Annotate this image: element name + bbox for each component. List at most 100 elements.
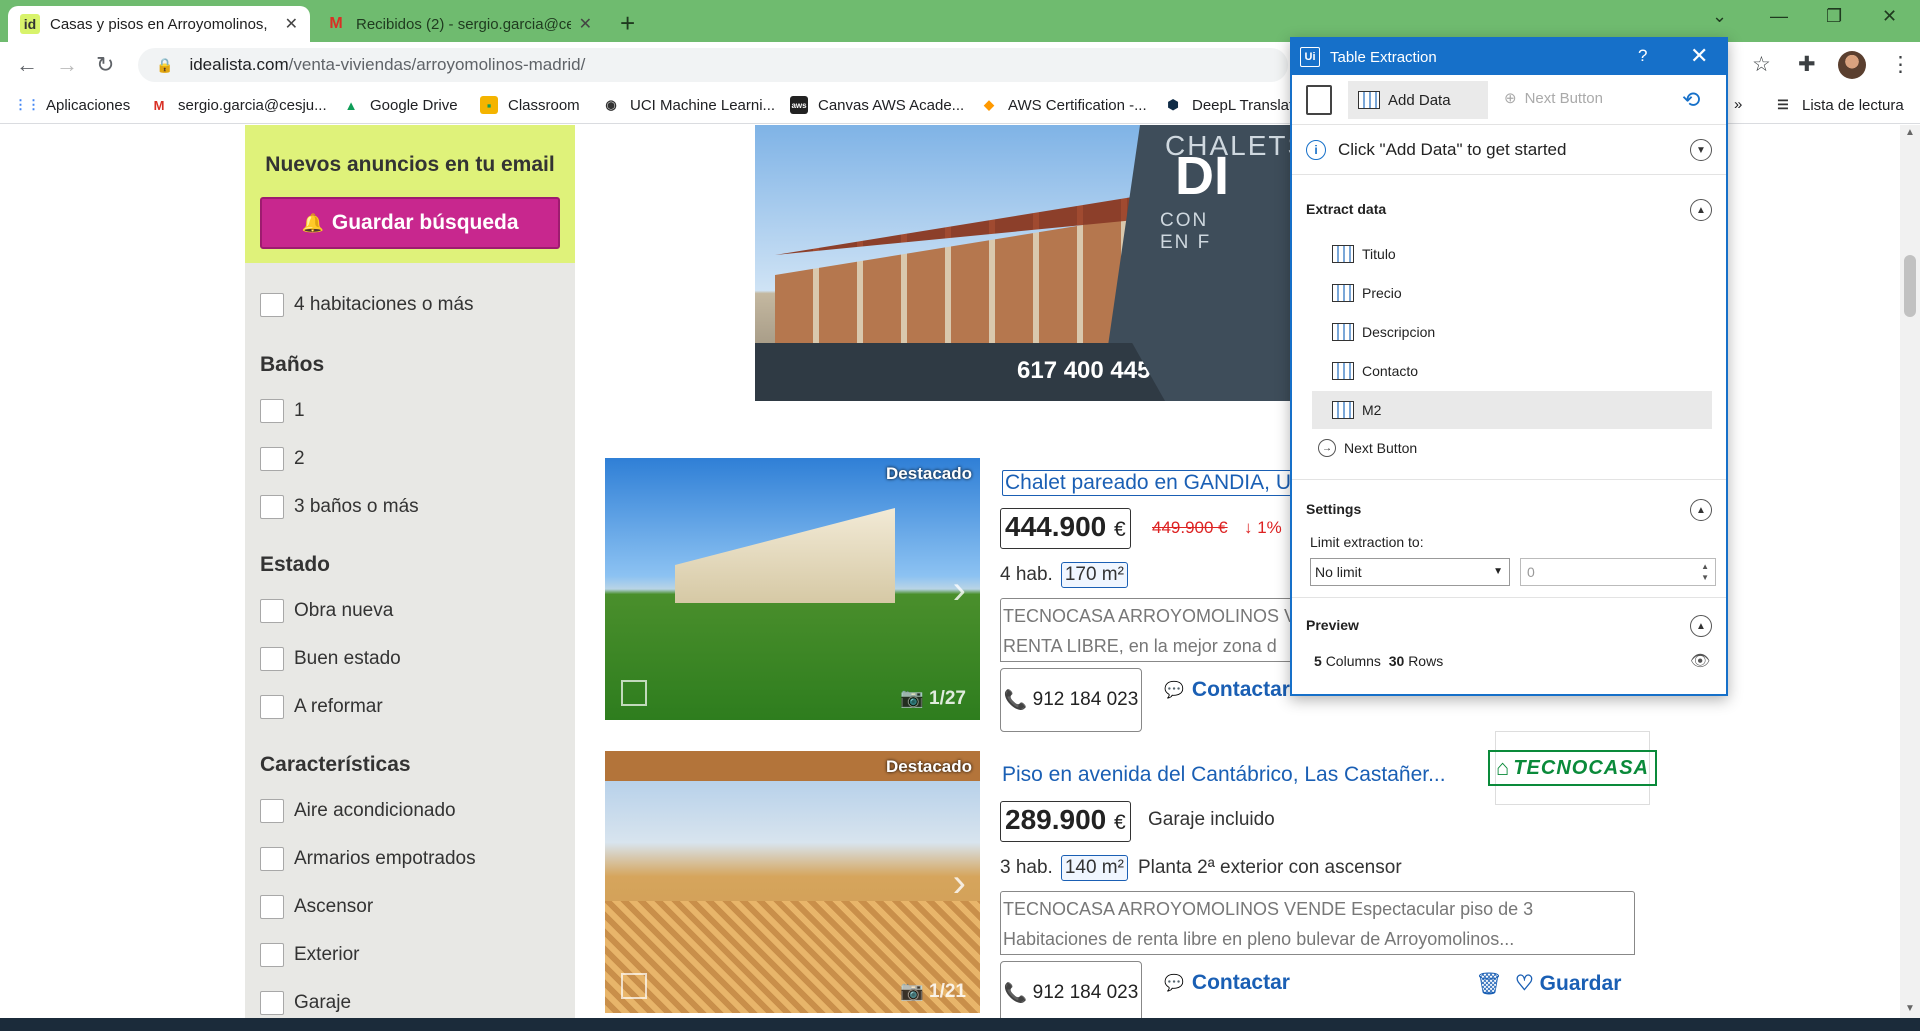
bookmark-gmail[interactable]: Msergio.garcia@cesju... [150, 96, 327, 114]
page-scrollbar[interactable]: ▲ ▼ [1900, 125, 1920, 1018]
eye-icon[interactable]: 👁 [1690, 651, 1710, 671]
limit-select[interactable]: No limit ▼ [1310, 558, 1510, 586]
description-line-1: TECNOCASA ARROYOMOLINOS VENDE Espectacul… [1003, 899, 1534, 919]
filter-banos-1[interactable]: 1 [260, 399, 305, 423]
bookmark-classroom[interactable]: ▪ Classroom [480, 96, 580, 114]
filter-exterior[interactable]: Exterior [260, 943, 359, 967]
field-titulo[interactable]: Titulo [1312, 235, 1712, 273]
dialog-close-icon[interactable]: ✕ [1690, 43, 1708, 69]
extensions-icon[interactable]: ✚ [1798, 52, 1816, 77]
scroll-down-icon[interactable]: ▼ [1905, 1003, 1915, 1014]
refresh-icon[interactable]: ⟲ [1682, 87, 1700, 113]
field-contacto[interactable]: Contacto [1312, 352, 1712, 390]
filter-4-rooms[interactable]: 4 habitaciones o más [260, 293, 474, 317]
restore-icon[interactable]: ❐ [1826, 6, 1842, 27]
floorplan-icon[interactable] [621, 680, 647, 706]
new-tab-icon[interactable]: + [620, 8, 635, 39]
filter-banos-2[interactable]: 2 [260, 447, 305, 471]
field-descripcion[interactable]: Descripcion [1312, 313, 1712, 351]
checkbox[interactable] [260, 847, 284, 871]
promo-banner[interactable]: CHALETS DI CON EN F 617 400 445 [755, 125, 1295, 401]
save-icon[interactable] [1306, 85, 1332, 115]
trash-icon[interactable]: 🗑 [1475, 971, 1503, 997]
listing-description[interactable]: TECNOCASA ARROYOMOLINOS VENDE Espectacul… [1000, 891, 1635, 955]
agency-logo[interactable]: ⌂ TECNOCASA [1488, 731, 1657, 805]
save-listing-button[interactable]: ♡ Guardar [1515, 971, 1621, 996]
chevron-up-icon[interactable]: ▲ [1690, 499, 1712, 521]
filter-a-reformar[interactable]: A reformar [260, 695, 383, 719]
next-photo-icon[interactable]: › [953, 568, 966, 613]
filter-armarios[interactable]: Armarios empotrados [260, 847, 476, 871]
bookmark-deepl[interactable]: ⬢ DeepL Translat [1164, 96, 1293, 114]
minimize-icon[interactable]: — [1770, 6, 1788, 27]
bookmark-canvas-aws[interactable]: aws Canvas AWS Acade... [790, 96, 964, 114]
bookmarks-overflow-icon[interactable]: » [1734, 96, 1742, 113]
bookmark-uci[interactable]: ◉ UCI Machine Learni... [602, 96, 775, 114]
close-tab-icon[interactable]: ✕ [285, 14, 298, 34]
tab-gmail[interactable]: M Recibidos (2) - sergio.garcia@ce ✕ [314, 6, 604, 42]
tab-idealista[interactable]: id Casas y pisos en Arroyomolinos, ✕ [8, 6, 310, 42]
field-precio[interactable]: Precio [1312, 274, 1712, 312]
checkbox[interactable] [260, 495, 284, 519]
filter-obra-nueva[interactable]: Obra nueva [260, 599, 393, 623]
checkbox[interactable] [260, 943, 284, 967]
back-icon[interactable]: ← [16, 52, 38, 78]
checkbox[interactable] [260, 447, 284, 471]
spinner-icon[interactable]: ▲ ▼ [1701, 561, 1709, 583]
checkbox[interactable] [260, 895, 284, 919]
forward-icon[interactable]: → [56, 52, 78, 78]
listing-photo[interactable]: Destacado › 📷 1/21 [605, 751, 980, 1013]
add-data-button[interactable]: Add Data [1348, 81, 1488, 119]
dialog-title-bar[interactable]: Ui Table Extraction ? ✕ [1292, 39, 1726, 75]
scrollbar-thumb[interactable] [1904, 255, 1916, 317]
contact-label: Contactar [1191, 971, 1290, 994]
info-icon: i [1306, 139, 1326, 160]
limit-number-input[interactable]: 0 ▲ ▼ [1520, 558, 1716, 586]
checkbox[interactable] [260, 599, 284, 623]
contact-button[interactable]: 💬 Contactar [1164, 678, 1290, 702]
reading-list[interactable]: ☰ Lista de lectura [1774, 96, 1904, 114]
checkbox[interactable] [260, 399, 284, 423]
bookmark-star-icon[interactable]: ☆ [1752, 52, 1771, 77]
next-button-item[interactable]: → Next Button [1318, 439, 1417, 457]
chevron-down-icon[interactable]: ▼ [1690, 139, 1712, 161]
phone-button[interactable]: 📞 912 184 023 [1000, 961, 1142, 1018]
reload-icon[interactable]: ↻ [96, 52, 114, 78]
field-m2[interactable]: M2 [1312, 391, 1712, 429]
filter-aire[interactable]: Aire acondicionado [260, 799, 456, 823]
bookmark-drive[interactable]: ▲ Google Drive [342, 96, 458, 114]
contact-button[interactable]: 💬 Contactar [1164, 971, 1290, 995]
checkbox[interactable] [260, 695, 284, 719]
floorplan-icon[interactable] [621, 973, 647, 999]
filter-banos-3[interactable]: 3 baños o más [260, 495, 419, 519]
address-bar[interactable]: 🔒 idealista.com/venta-viviendas/arroyomo… [138, 48, 1288, 82]
column-icon [1332, 245, 1354, 263]
price-box: 289.900 € [1000, 801, 1131, 842]
checkbox[interactable] [260, 293, 284, 317]
listing-photo[interactable]: Destacado › 📷 1/27 [605, 458, 980, 720]
profile-avatar[interactable] [1838, 51, 1866, 79]
save-search-button[interactable]: 🔔 Guardar búsqueda [260, 197, 560, 249]
listing-title-link[interactable]: Piso en avenida del Cantábrico, Las Cast… [1002, 763, 1446, 787]
window-close-icon[interactable]: ✕ [1882, 6, 1897, 27]
filter-garaje[interactable]: Garaje [260, 991, 351, 1015]
next-photo-icon[interactable]: › [953, 861, 966, 906]
checkbox[interactable] [260, 799, 284, 823]
limit-label: Limit extraction to: [1310, 534, 1424, 550]
chevron-up-icon[interactable]: ▲ [1690, 199, 1712, 221]
close-tab-icon[interactable]: ✕ [579, 14, 592, 34]
checkbox[interactable] [260, 991, 284, 1015]
filter-ascensor[interactable]: Ascensor [260, 895, 373, 919]
phone-button[interactable]: 📞 912 184 023 [1000, 668, 1142, 732]
checkbox[interactable] [260, 647, 284, 671]
scroll-up-icon[interactable]: ▲ [1905, 127, 1915, 138]
next-button-toolbar[interactable]: ⊕ Next Button [1504, 89, 1603, 108]
tab-search-icon[interactable]: ⌄ [1712, 6, 1727, 27]
listing-title-link[interactable]: Chalet pareado en GANDIA, U [1002, 470, 1294, 496]
chevron-up-icon[interactable]: ▲ [1690, 615, 1712, 637]
bookmark-apps[interactable]: ⋮⋮ Aplicaciones [14, 96, 130, 114]
filter-buen-estado[interactable]: Buen estado [260, 647, 401, 671]
help-icon[interactable]: ? [1638, 46, 1647, 66]
bookmark-aws-cert[interactable]: ◆ AWS Certification -... [980, 96, 1147, 114]
menu-kebab-icon[interactable]: ⋮ [1890, 52, 1911, 77]
